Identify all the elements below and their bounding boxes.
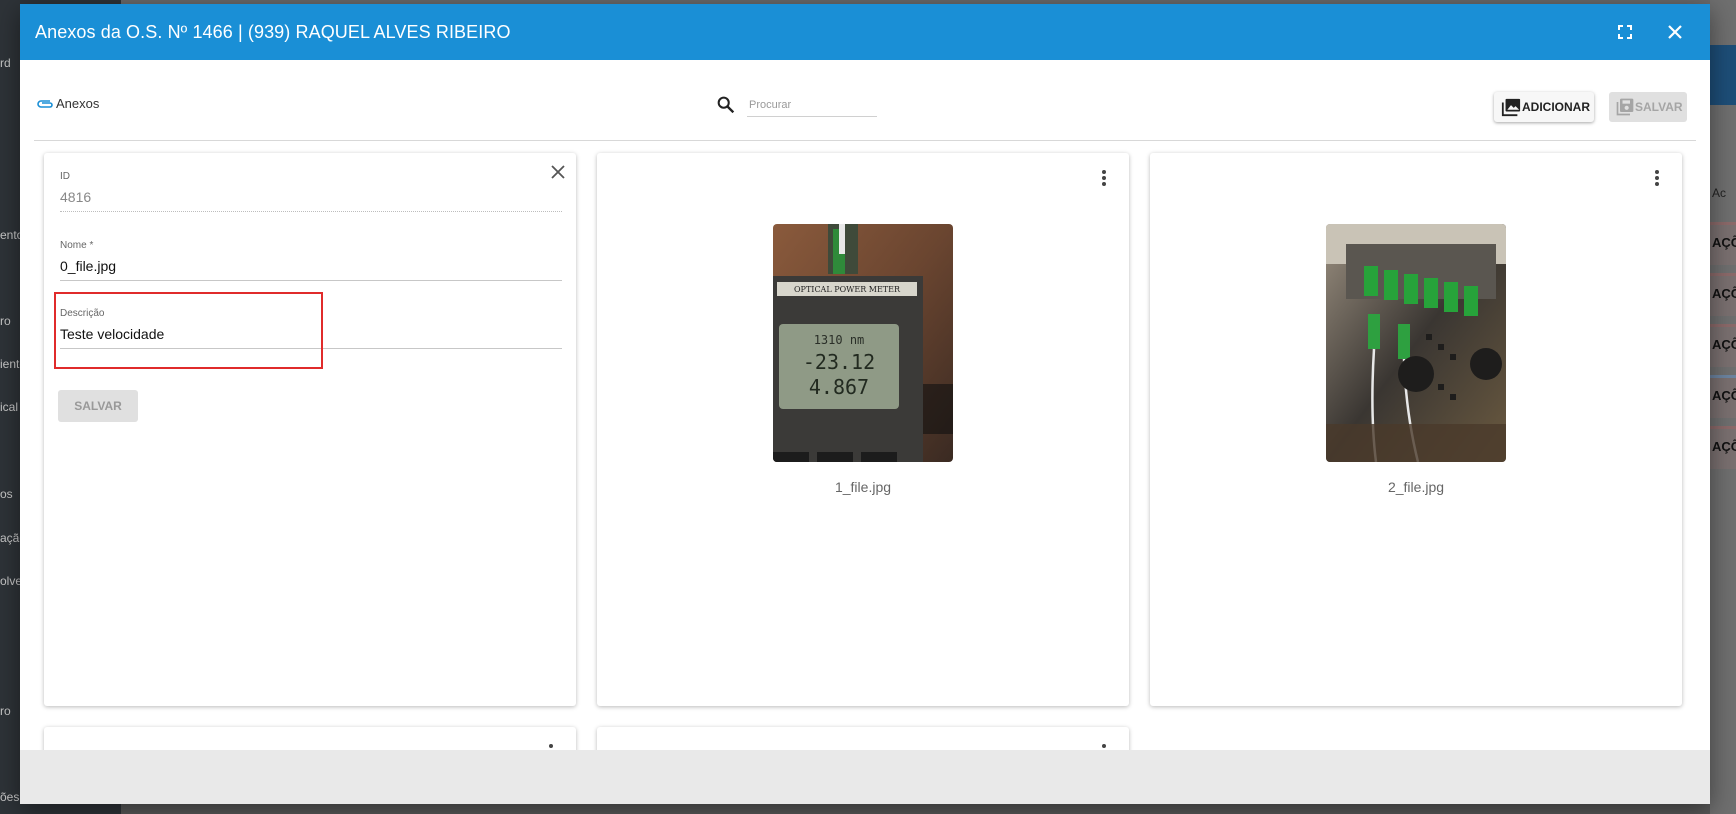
fullscreen-icon (1618, 25, 1632, 39)
fiber-connectors-photo (1326, 224, 1506, 462)
more-options-button[interactable] (1101, 743, 1107, 750)
bg-sidebar-label: ro (0, 704, 11, 718)
close-modal-button[interactable] (1660, 17, 1690, 47)
attachment-thumbnail[interactable]: OPTICAL POWER METER 1310 nm -23.12 4.867 (773, 224, 953, 462)
id-label: ID (60, 171, 70, 182)
attachment-file-name: 1_file.jpg (834, 479, 892, 495)
meter-reading-text: -23.12 (803, 350, 875, 374)
add-button-label: ADICIONAR (1522, 100, 1590, 114)
attachment-edit-card: ID 4816 Nome * 0_file.jpg Descrição Test… (44, 153, 576, 706)
close-icon (1668, 25, 1682, 39)
toolbar: Anexos ADICIONAR SALVAR (20, 60, 1710, 140)
add-button[interactable]: ADICIONAR (1494, 92, 1594, 122)
close-icon (551, 165, 565, 179)
attachment-card[interactable]: 2_file.jpg (1150, 153, 1682, 706)
bg-row: AÇÕ (1710, 273, 1736, 316)
fullscreen-button[interactable] (1610, 17, 1640, 47)
save-all-button-label: SALVAR (1635, 100, 1683, 114)
meter-brand-text: OPTICAL POWER METER (794, 285, 901, 294)
attachments-modal: Anexos da O.S. Nº 1466 | (939) RAQUEL AL… (20, 4, 1710, 804)
optical-power-meter-photo: OPTICAL POWER METER 1310 nm -23.12 4.867 (773, 224, 953, 462)
more-vert-icon (1102, 170, 1106, 186)
more-options-button[interactable] (1101, 169, 1107, 187)
bg-row: AÇÕ (1710, 324, 1736, 367)
name-field[interactable]: 0_file.jpg (60, 258, 562, 281)
bg-row: AÇÕ (1710, 375, 1736, 418)
tab-anexos-label: Anexos (56, 96, 100, 111)
bg-column-header: Ac (1712, 186, 1727, 200)
paperclip-icon (37, 99, 53, 108)
bg-row: AÇÕ (1710, 222, 1736, 265)
bg-sidebar-label: ro (0, 314, 11, 328)
bg-sidebar-label: ical (0, 400, 19, 414)
save-attachment-button[interactable]: SALVAR (58, 390, 138, 422)
close-edit-button[interactable] (547, 161, 569, 183)
attachment-card[interactable] (44, 727, 576, 750)
modal-header: Anexos da O.S. Nº 1466 | (939) RAQUEL AL… (20, 4, 1710, 60)
more-options-button[interactable] (548, 743, 554, 750)
search-input[interactable] (747, 94, 877, 117)
more-vert-icon (1655, 170, 1659, 186)
more-options-button[interactable] (1654, 169, 1660, 187)
highlight-annotation (54, 292, 323, 369)
attachment-card[interactable] (597, 727, 1129, 750)
save-all-button[interactable]: SALVAR (1609, 92, 1687, 122)
bg-sidebar-label: ões (0, 790, 20, 804)
more-vert-icon (1102, 744, 1106, 748)
save-icon (1616, 98, 1634, 116)
attachments-grid: ID 4816 Nome * 0_file.jpg Descrição Test… (20, 141, 1710, 750)
bg-blue-panel (1710, 45, 1736, 105)
more-vert-icon (549, 744, 553, 748)
tab-anexos[interactable]: Anexos (36, 96, 99, 111)
modal-title: Anexos da O.S. Nº 1466 | (939) RAQUEL AL… (35, 22, 511, 42)
name-label: Nome * (60, 240, 94, 251)
bg-sidebar-label: rd (0, 56, 11, 70)
modal-footer (20, 750, 1710, 804)
background-content: Ac AÇÕ AÇÕ AÇÕ AÇÕ AÇÕ (1710, 0, 1736, 814)
meter-wavelength-text: 1310 nm (814, 333, 865, 347)
id-field: 4816 (60, 189, 562, 212)
bg-row: AÇÕ (1710, 426, 1736, 469)
meter-reading2-text: 4.867 (809, 375, 869, 399)
bg-sidebar-label: os (0, 487, 13, 501)
search-icon (717, 96, 735, 114)
attachment-file-name: 2_file.jpg (1387, 479, 1445, 495)
attachment-card[interactable]: OPTICAL POWER METER 1310 nm -23.12 4.867… (597, 153, 1129, 706)
attachment-thumbnail[interactable] (1326, 224, 1506, 462)
add-photo-icon (1501, 98, 1521, 117)
